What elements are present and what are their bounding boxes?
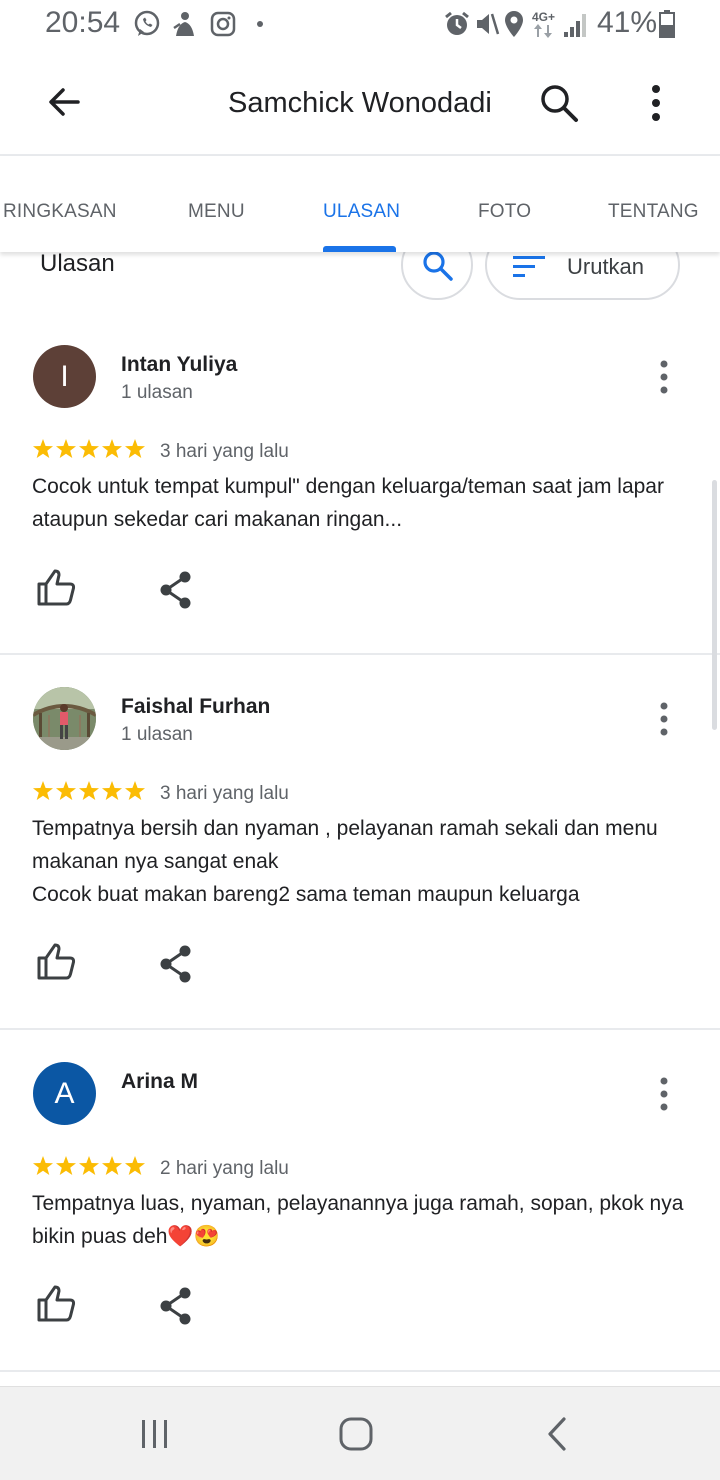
sort-label: Urutkan	[567, 254, 645, 279]
reviewer-name[interactable]: Arina M	[121, 1070, 198, 1094]
data-arrows-icon	[534, 24, 552, 38]
arrow-back-icon[interactable]	[44, 82, 84, 122]
signal-icon	[564, 14, 586, 37]
tab-ringkasan[interactable]: RINGKASAN	[3, 201, 117, 223]
review-date: 3 hari yang lalu	[160, 441, 289, 462]
whatsapp-icon	[134, 10, 160, 36]
app-bar: Samchick Wonodadi	[0, 52, 720, 156]
star-rating	[33, 781, 145, 800]
alarm-icon	[445, 11, 469, 35]
page-title: Samchick Wonodadi	[228, 87, 492, 119]
more-vert-icon[interactable]	[650, 1074, 678, 1114]
review-text: Cocok untuk tempat kumpul" dengan keluar…	[32, 475, 664, 531]
notification-icon	[173, 12, 194, 36]
tab-tentang[interactable]: TENTANG	[608, 201, 699, 223]
reviewer-name[interactable]: Faishal Furhan	[121, 695, 270, 719]
status-time: 20:54	[45, 6, 121, 39]
thumbs-up-icon[interactable]	[36, 568, 78, 608]
tab-foto[interactable]: FOTO	[478, 201, 531, 223]
star-rating	[33, 1156, 145, 1175]
review-text: Tempatnya bersih dan nyaman , pelayanan …	[32, 817, 658, 906]
sort-icon	[513, 256, 545, 277]
system-nav-bar	[0, 1386, 720, 1480]
battery-icon	[659, 10, 675, 38]
status-bar: 20:54 4G+ 41%	[0, 0, 720, 52]
tab-indicator	[323, 246, 396, 252]
divider	[0, 653, 720, 655]
avatar[interactable]: A	[33, 1062, 96, 1125]
dot-icon	[257, 21, 263, 27]
review-date: 3 hari yang lalu	[160, 783, 289, 804]
recent-apps-icon[interactable]	[139, 1418, 171, 1450]
more-vert-icon[interactable]	[645, 82, 667, 124]
home-icon[interactable]	[338, 1416, 374, 1452]
reviewer-name[interactable]: Intan Yuliya	[121, 353, 237, 377]
tab-ulasan[interactable]: ULASAN	[323, 201, 400, 223]
thumbs-up-icon[interactable]	[36, 942, 78, 982]
star-rating	[33, 439, 145, 458]
avatar-letter: A	[54, 1077, 75, 1110]
avatar-letter: I	[60, 360, 69, 393]
reviewer-review-count: 1 ulasan	[121, 724, 193, 745]
back-icon[interactable]	[544, 1416, 570, 1452]
divider	[0, 1028, 720, 1030]
share-icon[interactable]	[158, 570, 194, 610]
share-icon[interactable]	[158, 944, 194, 984]
search-icon[interactable]	[538, 82, 580, 124]
share-icon[interactable]	[158, 1286, 194, 1326]
reviews-title: Ulasan	[40, 250, 115, 277]
avatar[interactable]	[33, 687, 96, 750]
scrollbar[interactable]	[712, 480, 717, 730]
thumbs-up-icon[interactable]	[36, 1284, 78, 1324]
reviewer-review-count: 1 ulasan	[121, 382, 193, 403]
review-text: Tempatnya luas, nyaman, pelayanannya jug…	[32, 1192, 684, 1248]
tab-menu[interactable]: MENU	[188, 201, 245, 223]
battery-percent: 41%	[597, 6, 658, 39]
instagram-icon	[210, 11, 236, 37]
avatar[interactable]: I	[33, 345, 96, 408]
tab-bar: RINGKASAN MENU ULASAN FOTO TENTANG	[0, 156, 720, 252]
network-type: 4G+	[532, 10, 556, 24]
review-date: 2 hari yang lalu	[160, 1158, 289, 1179]
location-icon	[505, 11, 523, 37]
more-vert-icon[interactable]	[650, 699, 678, 739]
search-icon	[423, 251, 453, 281]
more-vert-icon[interactable]	[650, 357, 678, 397]
mute-icon	[477, 13, 500, 35]
divider	[0, 1370, 720, 1372]
avatar-photo	[33, 687, 96, 750]
